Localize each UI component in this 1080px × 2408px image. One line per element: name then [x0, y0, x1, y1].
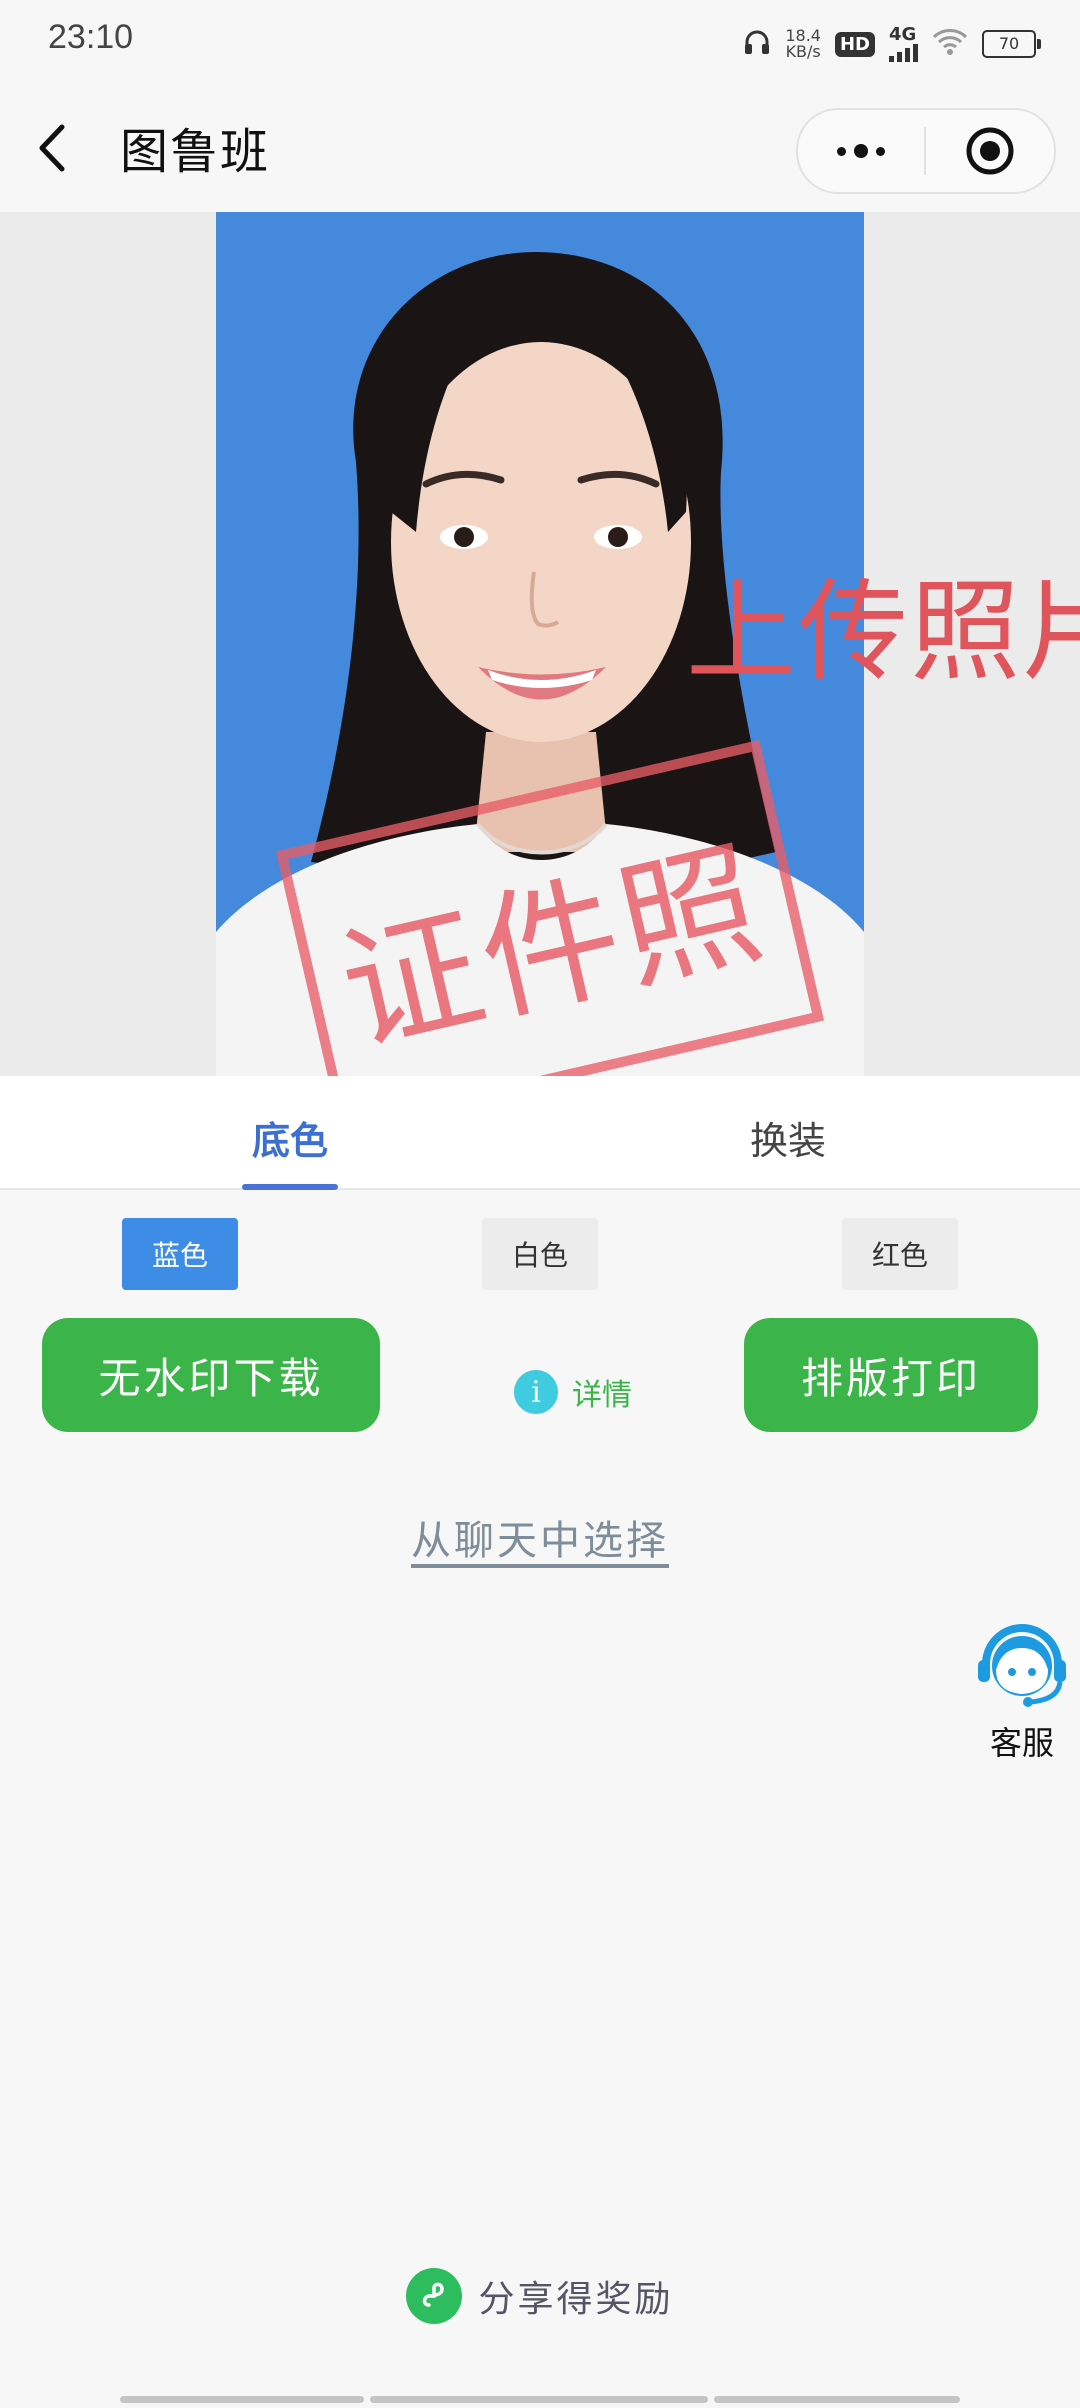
active-tab-indicator [242, 1184, 338, 1190]
gesture-bar-center [370, 2396, 708, 2403]
back-button[interactable] [36, 118, 80, 178]
choose-from-chat-container: 从聊天中选择 [0, 1508, 1080, 1566]
status-time: 23:10 [48, 18, 134, 56]
layout-print-button[interactable]: 排版打印 [744, 1318, 1038, 1432]
share-reward[interactable]: 分享得奖励 [0, 2268, 1080, 2324]
upload-photo-label[interactable]: 上传照片 [686, 542, 1080, 702]
tab-change-outfit[interactable]: 换装 [750, 1110, 826, 1165]
info-icon: i [514, 1370, 558, 1414]
mini-program-capsule [796, 108, 1056, 194]
detail-link[interactable]: i 详情 [514, 1370, 632, 1414]
wifi-icon [932, 28, 968, 60]
signal-icon: 4G [889, 26, 918, 62]
gesture-bar-right [714, 2396, 960, 2403]
close-mini-program-button[interactable] [926, 110, 1054, 192]
color-white-button[interactable]: 白色 [482, 1218, 598, 1290]
choose-from-chat-link[interactable]: 从聊天中选择 [411, 1518, 669, 1564]
color-blue-button[interactable]: 蓝色 [122, 1218, 238, 1290]
status-icons: 18.4 KB/s HD 4G 70 [743, 22, 1041, 66]
chevron-left-icon [39, 124, 65, 172]
watermark-text: 证件照 [327, 821, 779, 1075]
customer-service-label: 客服 [989, 1724, 1054, 1762]
detail-label: 详情 [572, 1378, 632, 1413]
download-no-watermark-button[interactable]: 无水印下载 [42, 1318, 380, 1432]
more-button[interactable] [798, 110, 924, 192]
page-title: 图鲁班 [120, 124, 271, 180]
color-red-button[interactable]: 红色 [842, 1218, 958, 1290]
mini-program-icon [406, 2268, 463, 2324]
share-label: 分享得奖励 [478, 2279, 674, 2320]
net-speed-unit: KB/s [785, 42, 821, 61]
customer-service-button[interactable]: 客服 [972, 1618, 1072, 1764]
net-speed: 18.4 KB/s [785, 28, 821, 60]
photo-preview-area[interactable]: 上传照片 证件照 [0, 212, 1080, 1076]
network-type: 4G [889, 24, 917, 45]
tab-bar: 底色 换装 [0, 1076, 1080, 1190]
hd-badge: HD [834, 31, 875, 57]
headphones-icon [743, 28, 771, 60]
headset-agent-icon [978, 1624, 1066, 1707]
tab-background-color[interactable]: 底色 [252, 1110, 328, 1165]
target-circle-icon [966, 127, 1014, 175]
battery-icon: 70 [982, 30, 1041, 58]
gesture-bar-left [120, 2396, 364, 2403]
